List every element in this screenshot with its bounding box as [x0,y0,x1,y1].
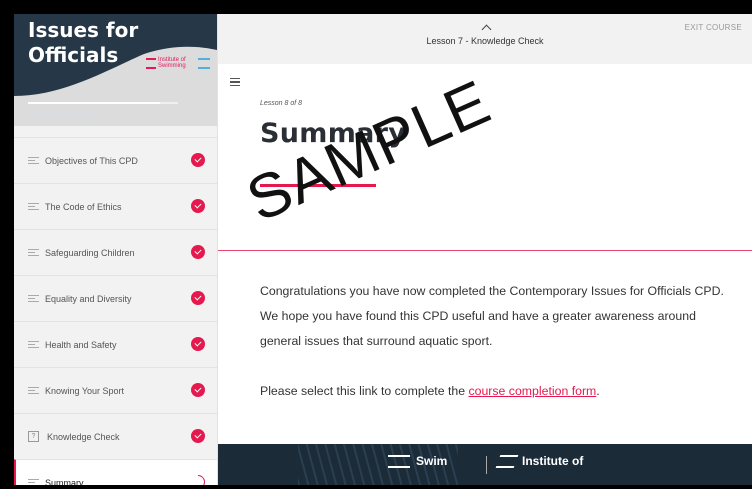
check-circle-icon [191,337,205,351]
wave-icon [146,57,156,69]
swim-england-logo: Swim [388,454,447,468]
course-window: Issues for Officials Institute of Swimmi… [14,14,752,485]
sidebar-header: Issues for Officials Institute of Swimmi… [14,14,217,126]
completion-prefix: Please select this link to complete the [260,384,469,398]
institute-logo-text: Institute of [522,454,584,468]
chevron-up-icon[interactable] [481,24,492,35]
top-bar: Lesson 7 - Knowledge Check EXIT COURSE [218,14,752,64]
lesson-text-icon [28,247,39,258]
institute-logo: Institute of Swimming [146,57,210,69]
completion-paragraph: Please select this link to complete the … [260,379,730,404]
course-title: Issues for Officials [28,18,139,67]
lesson-text-icon [28,385,39,396]
progress-text: 88% COMPLETE [28,110,98,119]
swim-logo-text: Swim [416,454,448,468]
check-circle-icon [191,291,205,305]
footer-separator [486,456,487,474]
summary-text: Congratulations you have now completed t… [260,279,730,404]
congrats-paragraph: Congratulations you have now completed t… [260,284,724,348]
footer: Swim Institute of [218,444,752,485]
logo-text: Institute of Swimming [158,57,186,69]
sidebar-item[interactable]: Equality and Diversity [14,275,217,321]
lesson-text-icon [28,477,39,485]
institute-footer-logo: Institute of [495,454,584,468]
sidebar-item[interactable]: Objectives of This CPD [14,137,217,183]
check-circle-icon [191,383,205,397]
progress-fill [28,102,160,104]
lesson-header-title[interactable]: Lesson 7 - Knowledge Check [218,36,752,46]
completion-suffix: . [596,384,600,398]
page-title: Summary [260,118,407,149]
course-completion-link[interactable]: course completion form [468,384,596,398]
title-underline [260,184,376,187]
quiz-icon: ? [28,431,39,442]
check-circle-icon [191,429,205,443]
check-circle-icon [191,245,205,259]
progress-bar [28,102,178,104]
lesson-nav: Objectives of This CPD The Code of Ethics… [14,137,217,485]
menu-icon[interactable] [230,76,240,88]
lesson-text-icon [28,339,39,350]
check-circle-icon [191,153,205,167]
institute-logo-icon [495,454,519,468]
sidebar-item[interactable]: Knowing Your Sport [14,367,217,413]
sidebar-item[interactable]: ? Knowledge Check [14,413,217,459]
lesson-text-icon [28,201,39,212]
lesson-text-icon [28,293,39,304]
swim-logo-icon [388,454,410,468]
sidebar-item[interactable]: Summary [14,459,217,485]
lesson-count: Lesson 8 of 8 [260,100,303,107]
main-content: Lesson 7 - Knowledge Check EXIT COURSE L… [218,14,752,485]
section-divider [218,250,752,251]
sidebar-item[interactable]: Health and Safety [14,321,217,367]
sidebar-item[interactable]: The Code of Ethics [14,183,217,229]
sidebar: Issues for Officials Institute of Swimmi… [14,14,218,485]
swim-wave-icon [198,57,210,69]
exit-course-button[interactable]: EXIT COURSE [685,23,742,32]
check-circle-icon [191,199,205,213]
sidebar-item[interactable]: Safeguarding Children [14,229,217,275]
lesson-text-icon [28,155,39,166]
